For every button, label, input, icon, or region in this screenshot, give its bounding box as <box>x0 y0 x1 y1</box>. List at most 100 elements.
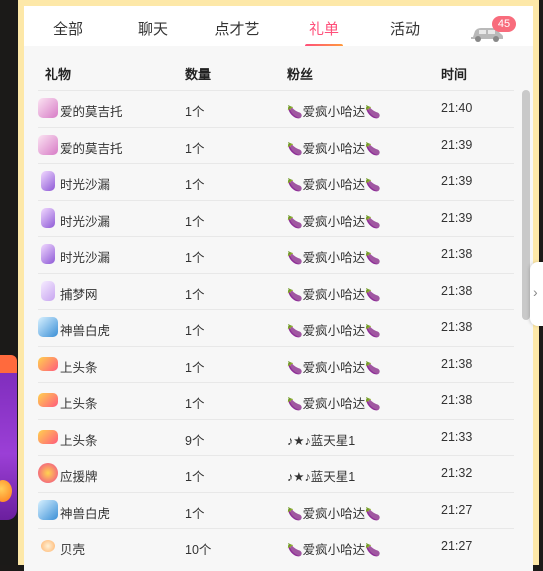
gift-quantity: 1个 <box>185 141 205 156</box>
gift-name: 上头条 <box>60 397 98 411</box>
gift-time: 21:38 <box>441 320 473 334</box>
fan-name[interactable]: 🍆爱疯小哈达🍆 <box>287 138 381 157</box>
gift-quantity: 1个 <box>185 287 205 302</box>
gift-table: 礼物 数量 粉丝 时间 爱的莫吉托 1个 🍆爱疯小哈达🍆 21:40 爱的莫吉托… <box>24 46 533 571</box>
table-row: 捕梦网 1个 🍆爱疯小哈达🍆 21:38 <box>38 272 514 310</box>
gift-name: 时光沙漏 <box>60 178 111 192</box>
fan-name[interactable]: 🍆爱疯小哈达🍆 <box>287 101 381 120</box>
gift-name: 神兽白虎 <box>60 324 111 338</box>
gift-quantity: 1个 <box>185 178 205 192</box>
gift-name: 时光沙漏 <box>60 251 111 265</box>
shell-gift-icon <box>41 540 55 552</box>
tiger-gift-icon <box>38 317 58 337</box>
gift-name: 爱的莫吉托 <box>60 105 123 119</box>
table-row: 应援牌 1个 ♪★♪蓝天星1 21:32 <box>38 455 514 492</box>
table-row: 爱的莫吉托 1个 🍆爱疯小哈达🍆 21:39 <box>38 126 514 164</box>
gift-quantity: 1个 <box>185 324 205 338</box>
banner-ball-icon <box>0 480 12 502</box>
fan-name[interactable]: 🍆爱疯小哈达🍆 <box>287 174 381 193</box>
fan-name[interactable]: 🍆爱疯小哈达🍆 <box>287 211 381 230</box>
gift-time: 21:38 <box>441 283 473 298</box>
gift-time: 21:38 <box>441 393 473 407</box>
gift-rows: 爱的莫吉托 1个 🍆爱疯小哈达🍆 21:40 爱的莫吉托 1个 🍆爱疯小哈达🍆 … <box>38 90 514 565</box>
gift-name: 应援牌 <box>60 470 98 484</box>
collapse-panel-handle[interactable]: › <box>530 262 543 326</box>
support-sign-gift-icon <box>38 463 58 483</box>
tab-all[interactable]: 全部 <box>48 18 88 42</box>
fan-name[interactable]: 🍆爱疯小哈达🍆 <box>287 247 381 266</box>
table-row: 时光沙漏 1个 🍆爱疯小哈达🍆 21:39 <box>38 199 514 237</box>
hourglass-gift-icon <box>41 244 55 264</box>
table-row: 时光沙漏 1个 🍆爱疯小哈达🍆 21:39 <box>38 163 514 200</box>
gift-quantity: 10个 <box>185 543 212 557</box>
gift-name: 贝壳 <box>60 543 86 557</box>
gift-time: 21:27 <box>441 539 473 553</box>
gift-quantity: 9个 <box>185 433 205 448</box>
gift-time: 21:38 <box>441 356 473 371</box>
mozart-gift-icon <box>38 134 58 155</box>
table-row: 爱的莫吉托 1个 🍆爱疯小哈达🍆 21:40 <box>38 90 514 127</box>
mozart-gift-icon <box>38 98 58 118</box>
fan-name[interactable]: 🍆爱疯小哈达🍆 <box>287 503 381 522</box>
fan-name[interactable]: 🍆爱疯小哈达🍆 <box>287 539 381 558</box>
gift-time: 21:39 <box>441 210 473 225</box>
table-row: 贝壳 10个 🍆爱疯小哈达🍆 21:27 <box>38 528 514 565</box>
vertical-scrollbar[interactable] <box>522 90 530 320</box>
fan-name[interactable]: ♪★♪蓝天星1 <box>287 466 355 485</box>
banner-badge-icon <box>0 355 17 373</box>
headline-gift-icon <box>38 393 58 407</box>
table-row: 时光沙漏 1个 🍆爱疯小哈达🍆 21:38 <box>38 236 514 273</box>
gift-time: 21:40 <box>441 101 473 115</box>
gift-name: 神兽白虎 <box>60 506 111 521</box>
tab-chat[interactable]: 聊天 <box>133 18 173 42</box>
headline-gift-icon <box>38 356 58 371</box>
dreamcatcher-gift-icon <box>41 280 55 301</box>
fan-name[interactable]: 🍆爱疯小哈达🍆 <box>287 320 381 339</box>
side-activity-banner[interactable] <box>0 355 17 520</box>
table-header: 礼物 数量 粉丝 时间 <box>24 46 514 90</box>
gift-name: 捕梦网 <box>60 287 98 302</box>
tiger-gift-icon <box>38 499 58 520</box>
gift-quantity: 1个 <box>185 506 205 521</box>
column-fan: 粉丝 <box>287 67 314 82</box>
tab-gift-list-label: 礼单 <box>308 21 339 38</box>
gift-time: 21:32 <box>441 466 473 480</box>
gift-time: 21:33 <box>441 429 473 444</box>
tab-gift-list[interactable]: 礼单 <box>303 18 345 48</box>
hourglass-gift-icon <box>41 207 55 228</box>
tab-bar: 全部 聊天 点才艺 礼单 活动 45 <box>24 6 533 48</box>
table-row: 上头条 1个 🍆爱疯小哈达🍆 21:38 <box>38 382 514 419</box>
table-row: 神兽白虎 1个 🍆爱疯小哈达🍆 21:38 <box>38 309 514 346</box>
gift-quantity: 1个 <box>185 360 205 375</box>
gift-quantity: 1个 <box>185 397 205 411</box>
gift-name: 爱的莫吉托 <box>60 141 123 156</box>
gift-quantity: 1个 <box>185 214 205 229</box>
gift-quantity: 1个 <box>185 251 205 265</box>
fan-name[interactable]: 🍆爱疯小哈达🍆 <box>287 393 381 412</box>
gift-time: 21:39 <box>441 137 473 152</box>
tab-talent[interactable]: 点才艺 <box>212 18 262 42</box>
fan-name[interactable]: 🍆爱疯小哈达🍆 <box>287 357 381 376</box>
hourglass-gift-icon <box>41 171 55 191</box>
gift-list-panel: 全部 聊天 点才艺 礼单 活动 45 礼物 数量 粉丝 时间 爱的莫吉托 1个 … <box>18 0 539 571</box>
tab-activity[interactable]: 活动 <box>385 18 425 42</box>
gift-name: 时光沙漏 <box>60 214 111 229</box>
gift-time: 21:38 <box>441 247 473 261</box>
gift-quantity: 1个 <box>185 470 205 484</box>
table-row: 神兽白虎 1个 🍆爱疯小哈达🍆 21:27 <box>38 491 514 529</box>
chevron-right-icon: › <box>533 284 538 300</box>
fan-name[interactable]: ♪★♪蓝天星1 <box>287 430 355 449</box>
fan-name[interactable]: 🍆爱疯小哈达🍆 <box>287 284 381 303</box>
column-gift: 礼物 <box>45 67 72 82</box>
gift-quantity: 1个 <box>185 105 205 119</box>
column-time: 时间 <box>441 67 468 82</box>
table-row: 上头条 9个 ♪★♪蓝天星1 21:33 <box>38 418 514 456</box>
headline-gift-icon <box>38 429 58 444</box>
car-count-badge: 45 <box>492 16 516 32</box>
gift-name: 上头条 <box>60 360 98 375</box>
column-quantity: 数量 <box>185 67 212 82</box>
gift-time: 21:39 <box>441 174 473 188</box>
gift-time: 21:27 <box>441 502 473 517</box>
gift-name: 上头条 <box>60 433 98 448</box>
table-row: 上头条 1个 🍆爱疯小哈达🍆 21:38 <box>38 345 514 383</box>
